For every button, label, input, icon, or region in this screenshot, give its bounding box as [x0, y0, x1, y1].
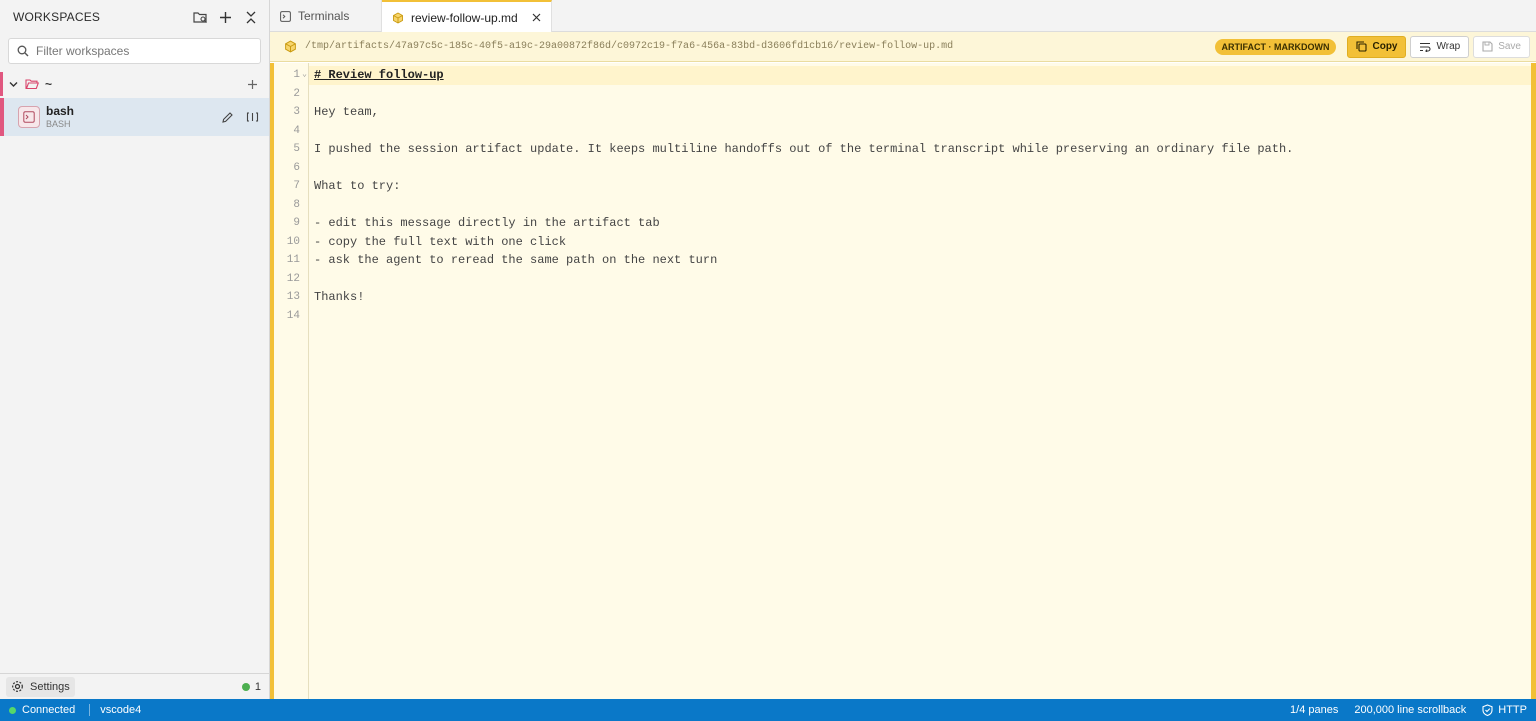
status-divider: [89, 704, 91, 716]
editor-line[interactable]: - edit this message directly in the arti…: [309, 214, 1531, 233]
tab-bar: Terminals review-follow-up.md: [270, 0, 1536, 33]
shield-icon: [1482, 704, 1493, 716]
editor-line-heading[interactable]: # Review follow-up: [309, 66, 1531, 85]
tab-review-follow-up[interactable]: review-follow-up.md: [382, 0, 552, 33]
sidebar-actions: [192, 9, 259, 26]
terminal-icon: [18, 106, 40, 128]
sidebar-header: WORKSPACES: [0, 0, 269, 34]
workspace-item-text: bash BASH: [46, 105, 219, 130]
wrap-button[interactable]: Wrap: [1410, 35, 1470, 58]
editor-line[interactable]: [309, 159, 1531, 178]
workspace-item-name: bash: [46, 103, 75, 118]
sidebar: WORKSPACES ~: [0, 0, 270, 699]
line-number: 12: [286, 272, 300, 285]
add-session-icon[interactable]: [244, 76, 261, 93]
editor-line[interactable]: [309, 307, 1531, 326]
panes-count: 1/4 panes: [1290, 704, 1339, 716]
editor-line[interactable]: - copy the full text with one click: [309, 233, 1531, 252]
line-number: 7: [293, 180, 300, 192]
connection-count: 1: [241, 680, 263, 693]
wrap-label: Wrap: [1436, 41, 1461, 52]
add-workspace-icon[interactable]: [217, 9, 234, 26]
line-number: 3: [293, 106, 300, 118]
tab-label: review-follow-up.md: [411, 10, 518, 25]
artifact-icon: [392, 11, 404, 24]
connection-label: Connected: [22, 704, 76, 716]
workspace-group-name: ~: [45, 77, 53, 91]
copy-icon: [1356, 41, 1368, 52]
sidebar-title: WORKSPACES: [13, 10, 101, 24]
editor-line[interactable]: [309, 196, 1531, 215]
workspace-item-subtitle: BASH: [46, 118, 71, 129]
protocol-status: HTTP: [1482, 704, 1527, 716]
line-number: 14: [286, 309, 300, 322]
status-dot-icon: [241, 682, 250, 691]
workspace-item-actions: [219, 109, 261, 126]
split-pane-icon[interactable]: [244, 109, 261, 126]
line-number: 10: [286, 235, 300, 248]
line-number-gutter: 1 ⌄ 2 3 4 5 6 7 8 9 10 11 12 13 14: [274, 63, 309, 699]
settings-button[interactable]: Settings: [6, 676, 75, 697]
line-number: 6: [293, 161, 300, 174]
status-right: 1/4 panes 200,000 line scrollback HTTP: [1290, 704, 1527, 716]
close-icon[interactable]: [532, 13, 541, 22]
tab-terminals[interactable]: Terminals: [270, 0, 382, 32]
editor-line[interactable]: [309, 270, 1531, 289]
line-number: 2: [293, 87, 300, 100]
chevron-down-icon[interactable]: [8, 79, 19, 90]
line-number: 1 ⌄: [274, 66, 308, 85]
sidebar-footer: Settings 1: [0, 673, 269, 699]
terminal-icon: [280, 10, 291, 22]
wrap-icon: [1419, 42, 1432, 52]
open-folder-icon[interactable]: [192, 9, 209, 26]
settings-label: Settings: [30, 680, 70, 693]
line-number: 5: [293, 143, 300, 155]
editor-line[interactable]: - ask the agent to reread the same path …: [309, 251, 1531, 270]
save-button[interactable]: Save: [1473, 35, 1530, 58]
line-number: 13: [286, 291, 300, 303]
editor-line[interactable]: [309, 122, 1531, 141]
connected-dot-icon: [9, 706, 16, 714]
connection-status: Connected: [9, 704, 75, 716]
line-number: 4: [293, 124, 300, 137]
editor-line[interactable]: Thanks!: [309, 288, 1531, 307]
collapse-all-icon[interactable]: [242, 9, 259, 26]
artifact-type-badge: ARTIFACT · MARKDOWN: [1214, 38, 1337, 55]
line-number: 9: [293, 217, 300, 229]
status-bar: Connected vscode4 1/4 panes 200,000 line…: [0, 699, 1536, 721]
copy-button[interactable]: Copy: [1347, 35, 1407, 58]
editor-content[interactable]: # Review follow-up Hey team, I pushed th…: [309, 63, 1531, 699]
search-icon: [17, 45, 29, 57]
folder-open-icon: [25, 78, 39, 90]
copy-label: Copy: [1372, 41, 1398, 52]
save-label: Save: [1498, 41, 1521, 52]
pencil-icon[interactable]: [219, 109, 236, 126]
connection-count-value: 1: [254, 680, 261, 693]
editor-line[interactable]: I pushed the session artifact update. It…: [309, 140, 1531, 159]
artifact-path: /tmp/artifacts/47a97c5c-185c-40f5-a19c-2…: [305, 41, 954, 52]
workspace-group[interactable]: ~: [0, 72, 269, 96]
scrollback-size: 200,000 line scrollback: [1354, 704, 1467, 716]
artifact-icon: [284, 40, 297, 53]
filter-workspaces-input[interactable]: [36, 44, 256, 58]
editor-line[interactable]: What to try:: [309, 177, 1531, 196]
save-icon: [1482, 41, 1493, 52]
host-name: vscode4: [100, 704, 142, 716]
tab-label: Terminals: [298, 9, 350, 23]
protocol-label: HTTP: [1498, 704, 1527, 716]
artifact-bar: /tmp/artifacts/47a97c5c-185c-40f5-a19c-2…: [270, 32, 1536, 62]
workspace-item-bash[interactable]: bash BASH: [0, 98, 269, 136]
markdown-editor[interactable]: 1 ⌄ 2 3 4 5 6 7 8 9 10 11 12 13 14 # Revi…: [270, 63, 1536, 699]
editor-line[interactable]: Hey team,: [309, 103, 1531, 122]
fold-chevron-icon[interactable]: ⌄: [302, 66, 307, 85]
line-number: 8: [293, 198, 300, 211]
line-number: 11: [286, 254, 300, 266]
gear-icon: [11, 680, 24, 693]
filter-workspaces-field[interactable]: [8, 38, 261, 64]
editor-line[interactable]: [309, 85, 1531, 104]
